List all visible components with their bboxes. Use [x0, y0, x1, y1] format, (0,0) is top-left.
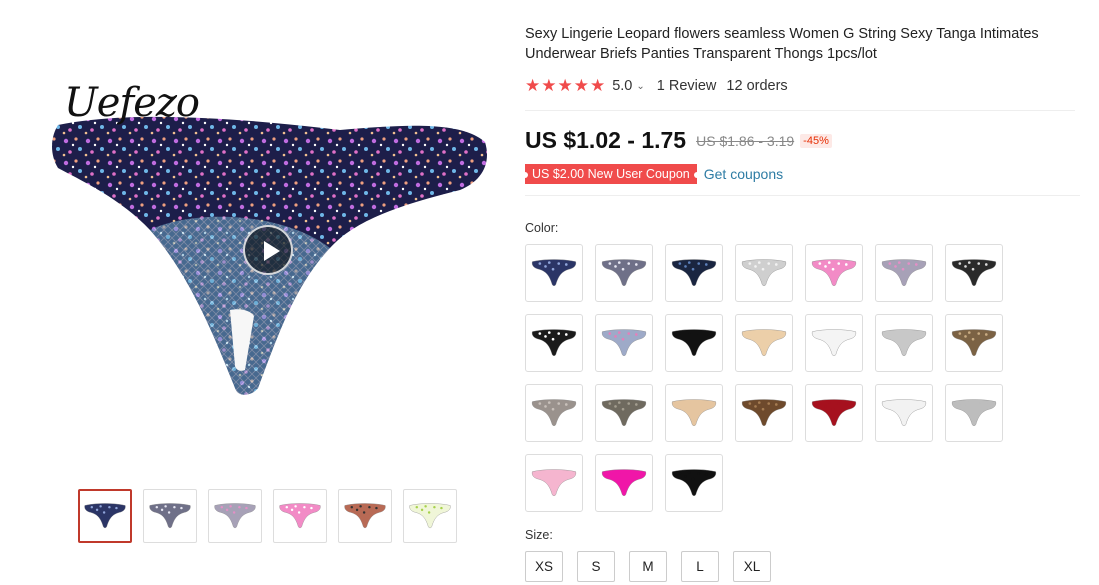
- thumbnail-graphic: [279, 503, 321, 529]
- color-swatch[interactable]: [525, 244, 583, 302]
- color-swatch[interactable]: [525, 384, 583, 442]
- color-swatch[interactable]: [595, 384, 653, 442]
- original-price: US $1.86 - 3.19: [696, 132, 795, 149]
- color-swatch[interactable]: [665, 384, 723, 442]
- coupon-row: US $2.00 New User Coupon Get coupons: [522, 164, 1080, 184]
- swatch-graphic: [601, 329, 647, 356]
- color-swatch[interactable]: [945, 314, 1003, 372]
- swatch-graphic: [951, 329, 997, 356]
- color-swatch[interactable]: [525, 314, 583, 372]
- swatch-graphic: [671, 259, 717, 286]
- size-option[interactable]: M: [629, 551, 667, 582]
- swatch-graphic: [531, 469, 577, 496]
- color-swatches: [525, 244, 1015, 512]
- swatch-graphic: [601, 469, 647, 496]
- current-price: US $1.02 - 1.75: [525, 127, 687, 153]
- size-option[interactable]: XS: [525, 551, 563, 582]
- size-option[interactable]: L: [681, 551, 719, 582]
- size-option[interactable]: XL: [733, 551, 771, 582]
- swatch-graphic: [531, 259, 577, 286]
- thumbnail-image[interactable]: [208, 489, 262, 543]
- color-swatch[interactable]: [805, 244, 863, 302]
- orders-count: 12 orders: [726, 78, 788, 94]
- thumbnail-image[interactable]: [338, 489, 392, 543]
- thumbnail-graphic: [344, 503, 386, 529]
- color-swatch[interactable]: [595, 314, 653, 372]
- color-swatch[interactable]: [875, 314, 933, 372]
- swatch-graphic: [531, 399, 577, 426]
- chevron-down-icon[interactable]: ⌄: [636, 81, 644, 92]
- swatch-graphic: [741, 259, 787, 286]
- discount-badge: -45%: [800, 133, 832, 148]
- swatch-graphic: [811, 329, 857, 356]
- swatch-graphic: [741, 329, 787, 356]
- thumbnail-image[interactable]: [78, 489, 132, 543]
- new-user-coupon-badge[interactable]: US $2.00 New User Coupon: [522, 164, 700, 184]
- color-label: Color:: [525, 221, 559, 235]
- thumbnail-image[interactable]: [403, 489, 457, 543]
- rating-value[interactable]: 5.0: [612, 78, 632, 94]
- product-info: Sexy Lingerie Leopard flowers seamless W…: [522, 24, 1080, 196]
- size-option[interactable]: S: [577, 551, 615, 582]
- divider: [525, 110, 1075, 111]
- color-swatch[interactable]: [595, 244, 653, 302]
- swatch-graphic: [811, 259, 857, 286]
- swatch-graphic: [601, 259, 647, 286]
- color-swatch[interactable]: [525, 454, 583, 512]
- divider: [525, 195, 1080, 196]
- thumbnail-graphic: [214, 503, 256, 529]
- size-options: XS S M L XL: [525, 551, 771, 582]
- swatch-graphic: [671, 399, 717, 426]
- product-title: Sexy Lingerie Leopard flowers seamless W…: [525, 26, 1039, 62]
- reviews-link[interactable]: 1 Review: [657, 78, 717, 94]
- color-swatch[interactable]: [665, 314, 723, 372]
- swatch-graphic: [601, 399, 647, 426]
- swatch-graphic: [671, 469, 717, 496]
- thumbnail-image[interactable]: [273, 489, 327, 543]
- color-swatch[interactable]: [595, 454, 653, 512]
- color-swatch[interactable]: [805, 314, 863, 372]
- color-swatch[interactable]: [945, 384, 1003, 442]
- size-label: Size:: [525, 528, 553, 542]
- swatch-graphic: [881, 259, 927, 286]
- play-video-icon[interactable]: [243, 225, 293, 275]
- swatch-graphic: [951, 399, 997, 426]
- swatch-graphic: [531, 329, 577, 356]
- brand-logo: Uefezo: [64, 80, 200, 126]
- swatch-graphic: [811, 399, 857, 426]
- color-swatch[interactable]: [665, 454, 723, 512]
- thumbnail-graphic: [409, 503, 451, 529]
- rating-stars-icon: ★★★★★: [525, 76, 607, 95]
- thumbnail-graphic: [84, 503, 126, 529]
- rating-row: ★★★★★ 5.0 ⌄ 1 Review 12 orders: [525, 76, 1080, 96]
- swatch-graphic: [741, 399, 787, 426]
- color-swatch[interactable]: [735, 384, 793, 442]
- color-swatch[interactable]: [945, 244, 1003, 302]
- color-swatch[interactable]: [665, 244, 723, 302]
- color-swatch[interactable]: [735, 244, 793, 302]
- color-swatch[interactable]: [735, 314, 793, 372]
- color-swatch[interactable]: [875, 244, 933, 302]
- thumbnail-image[interactable]: [143, 489, 197, 543]
- swatch-graphic: [881, 399, 927, 426]
- color-swatch[interactable]: [805, 384, 863, 442]
- swatch-graphic: [881, 329, 927, 356]
- swatch-graphic: [671, 329, 717, 356]
- price-row: US $1.02 - 1.75 US $1.86 - 3.19 -45%: [525, 127, 1080, 154]
- thumbnail-strip: [78, 489, 457, 543]
- color-swatch[interactable]: [875, 384, 933, 442]
- thumbnail-graphic: [149, 503, 191, 529]
- get-coupons-link[interactable]: Get coupons: [704, 166, 783, 182]
- swatch-graphic: [951, 259, 997, 286]
